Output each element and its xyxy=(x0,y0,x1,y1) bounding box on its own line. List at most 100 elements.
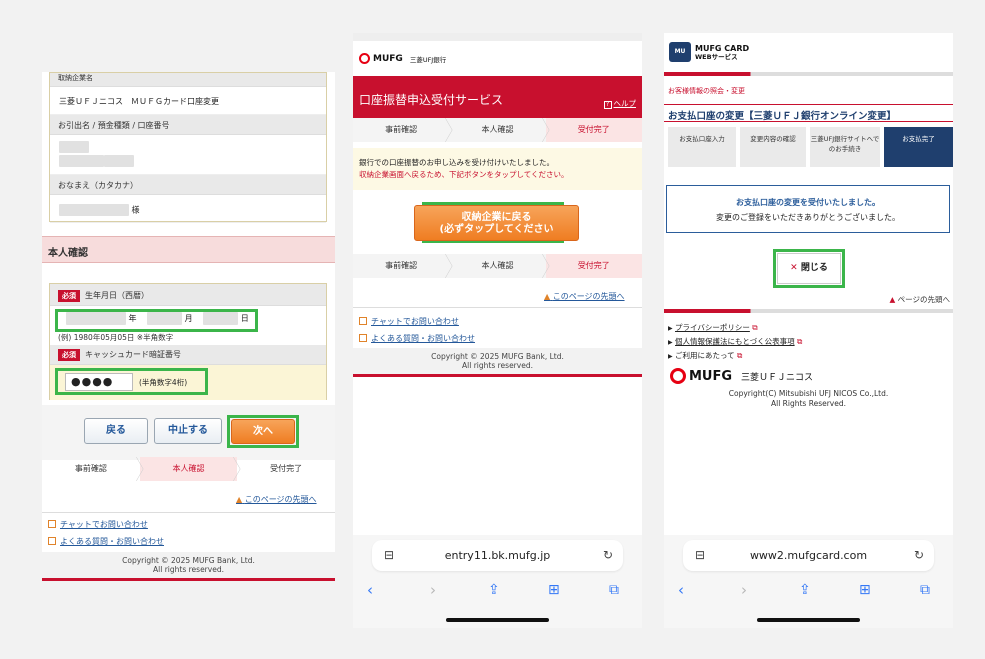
cancel-button[interactable]: 中止する xyxy=(154,418,222,444)
chat-link[interactable]: チャットでお問い合わせ xyxy=(48,519,148,530)
mufg-mark-icon xyxy=(670,368,686,384)
help-link[interactable]: ? ヘルプ xyxy=(603,98,636,109)
close-button[interactable]: ✕ 閉じる xyxy=(777,253,841,284)
footer-links: ▶ プライバシーポリシー ⧉ ▶ 個人情報保護法にもとづく公表事項 ⧉ ▶ ご利… xyxy=(668,321,802,363)
back-icon[interactable]: ‹ xyxy=(367,581,373,599)
bookmarks-icon[interactable]: ⊞ xyxy=(548,581,560,599)
terms-link[interactable]: ▶ ご利用にあたって ⧉ xyxy=(668,349,802,363)
share-icon[interactable]: ⇪ xyxy=(799,581,811,599)
step-confirm: 変更内容の確認 xyxy=(740,127,806,167)
faq-link[interactable]: よくある質問・お問い合わせ xyxy=(48,536,164,547)
message-instruction: 収納企業画面へ戻るため、下記ボタンをタップしてください。 xyxy=(359,170,569,179)
step-complete: 受付完了 xyxy=(270,464,303,473)
back-button[interactable]: 戻る xyxy=(84,418,148,444)
mufg-card-logo: MUFG CARD WEBサービス xyxy=(695,44,750,61)
step-complete: 受付完了 xyxy=(545,118,642,142)
panel-bank-completion: MUFG 三菱UFJ銀行 口座振替申込受付サービス ? ヘルプ 事前確認 本人確認… xyxy=(353,33,642,628)
chat-link[interactable]: チャットでお問い合わせ xyxy=(359,316,459,327)
footer-copyright: Copyright(C) Mitsubishi UFJ NICOS Co.,Lt… xyxy=(664,389,953,409)
required-badge: 必須 xyxy=(58,349,80,361)
copyright: Copyright(C) Mitsubishi UFJ NICOS Co.,Lt… xyxy=(728,389,889,398)
footer: Copyright © 2025 MUFG Bank, Ltd. All rig… xyxy=(42,552,335,578)
page-header: 口座振替申込受付サービス ? ヘルプ xyxy=(353,76,642,118)
url-text: www2.mufgcard.com xyxy=(749,549,868,562)
panel-identity-confirmation: 取納企業名 三菱ＵＦＪニコス ＭＵＦＧカード口座変更 お引出名 / 預金種類 /… xyxy=(42,72,335,581)
external-icon xyxy=(48,537,56,545)
step-complete: お支払完了 xyxy=(884,127,953,167)
name-label: おなまえ（カタカナ） xyxy=(50,175,326,195)
bank-value xyxy=(50,135,326,175)
step-pre-check: 事前確認 xyxy=(353,118,454,142)
privacy-link[interactable]: ▶ プライバシーポリシー ⧉ xyxy=(668,321,802,335)
footer: Copyright © 2025 MUFG Bank, Ltd. All rig… xyxy=(353,348,642,374)
page-title: 口座振替申込受付サービス xyxy=(359,93,504,107)
pin-highlight xyxy=(55,368,208,395)
reload-icon[interactable]: ↻ xyxy=(603,540,613,571)
address-bar[interactable]: ⊟ entry11.bk.mufg.jp ↻ xyxy=(372,540,623,571)
required-badge: 必須 xyxy=(58,290,80,302)
rights: All Rights Reserved. xyxy=(770,399,846,408)
reload-icon[interactable]: ↻ xyxy=(914,540,924,571)
bookmarks-icon[interactable]: ⊞ xyxy=(859,581,871,599)
company-value: 三菱ＵＦＪニコス ＭＵＦＧカード口座変更 xyxy=(50,87,326,115)
url-text: entry11.bk.mufg.jp xyxy=(444,549,551,562)
account-info-box: 取納企業名 三菱ＵＦＪニコス ＭＵＦＧカード口座変更 お引出名 / 預金種類 /… xyxy=(49,72,327,223)
tabs-icon[interactable]: ⧉ xyxy=(609,581,619,599)
faq-link[interactable]: よくある質問・お問い合わせ xyxy=(359,333,475,344)
step-identity: 本人確認 xyxy=(139,457,242,481)
next-button[interactable]: 次へ xyxy=(231,419,295,444)
step-complete: 受付完了 xyxy=(545,254,642,278)
nicos-logo: MUFG 三菱ＵＦＪニコス xyxy=(670,368,813,384)
home-indicator xyxy=(446,618,549,622)
close-icon: ✕ xyxy=(790,263,798,273)
completion-thanks: 変更のご登録をいただきありがとうございました。 xyxy=(716,213,900,222)
name-value: 様 xyxy=(50,195,326,223)
birth-label-row: 必須 生年月日（西暦） xyxy=(50,284,326,306)
external-icon xyxy=(359,334,367,342)
step-identity: 本人確認 xyxy=(449,118,550,142)
share-icon[interactable]: ⇪ xyxy=(488,581,500,599)
page-top-link[interactable]: ▲ ページの先頭へ xyxy=(889,294,950,305)
rights: All rights reserved. xyxy=(153,565,224,574)
external-icon xyxy=(48,520,56,528)
panel-card-completion: MU MUFG CARD WEBサービス お客様情報の照会・変更 お支払口座の変更… xyxy=(664,33,953,628)
step-identity: 本人確認 xyxy=(449,254,550,278)
forward-icon[interactable]: › xyxy=(741,581,747,599)
step-input: お支払口座入力 xyxy=(668,127,736,167)
breadcrumb: お客様情報の照会・変更 xyxy=(668,87,745,95)
completion-title: お支払口座の変更を受付いたしました。 xyxy=(736,198,880,207)
tabs-icon[interactable]: ⧉ xyxy=(920,581,930,599)
page-top-link[interactable]: ▲ このページの先頭へ xyxy=(236,494,317,505)
section-title: 本人確認 xyxy=(42,236,335,263)
pin-label: キャッシュカード暗証番号 xyxy=(85,350,181,359)
forward-icon[interactable]: › xyxy=(430,581,436,599)
address-bar[interactable]: ⊟ www2.mufgcard.com ↻ xyxy=(683,540,934,571)
company-label: 取納企業名 xyxy=(50,73,326,87)
pin-label-row: 必須 キャッシュカード暗証番号 xyxy=(50,345,326,365)
progress-steps-top: 事前確認 本人確認 受付完了 xyxy=(353,118,642,142)
step-pre-check: 事前確認 xyxy=(42,457,144,481)
progress-steps-bottom: 事前確認 本人確認 受付完了 xyxy=(353,254,642,278)
message-accepted: 銀行での口座振替のお申し込みを受け付けいたしました。 xyxy=(359,158,554,167)
name-suffix: 様 xyxy=(131,205,140,215)
reader-icon[interactable]: ⊟ xyxy=(384,540,394,571)
home-indicator xyxy=(757,618,860,622)
birth-label: 生年月日（西暦） xyxy=(85,291,149,300)
back-icon[interactable]: ‹ xyxy=(678,581,684,599)
mufg-mark-icon xyxy=(359,53,370,64)
mufg-card-logo-icon: MU xyxy=(669,42,691,62)
return-to-merchant-button[interactable]: 収納企業に戻る (必ずタップしてください xyxy=(414,205,579,241)
step-bank-site: 三菱UFJ銀行サイトへでのお手続き xyxy=(810,127,880,167)
birth-example: (例) 1980年05月05日 ※半角数字 xyxy=(58,333,174,342)
progress-steps: 事前確認 本人確認 受付完了 xyxy=(42,457,335,481)
copyright: Copyright © 2025 MUFG Bank, Ltd. xyxy=(122,556,255,565)
mufg-bank-logo: MUFG 三菱UFJ銀行 xyxy=(359,53,446,64)
bank-label: お引出名 / 預金種類 / 口座番号 xyxy=(50,115,326,135)
copyright: Copyright © 2025 MUFG Bank, Ltd. xyxy=(431,352,564,361)
rights: All rights reserved. xyxy=(462,361,533,370)
personal-info-link[interactable]: ▶ 個人情報保護法にもとづく公表事項 ⧉ xyxy=(668,335,802,349)
page-top-link[interactable]: ▲ このページの先頭へ xyxy=(544,291,625,302)
completion-box: お支払口座の変更を受付いたしました。 変更のご登録をいただきありがとうございまし… xyxy=(666,185,950,233)
external-icon xyxy=(359,317,367,325)
reader-icon[interactable]: ⊟ xyxy=(695,540,705,571)
